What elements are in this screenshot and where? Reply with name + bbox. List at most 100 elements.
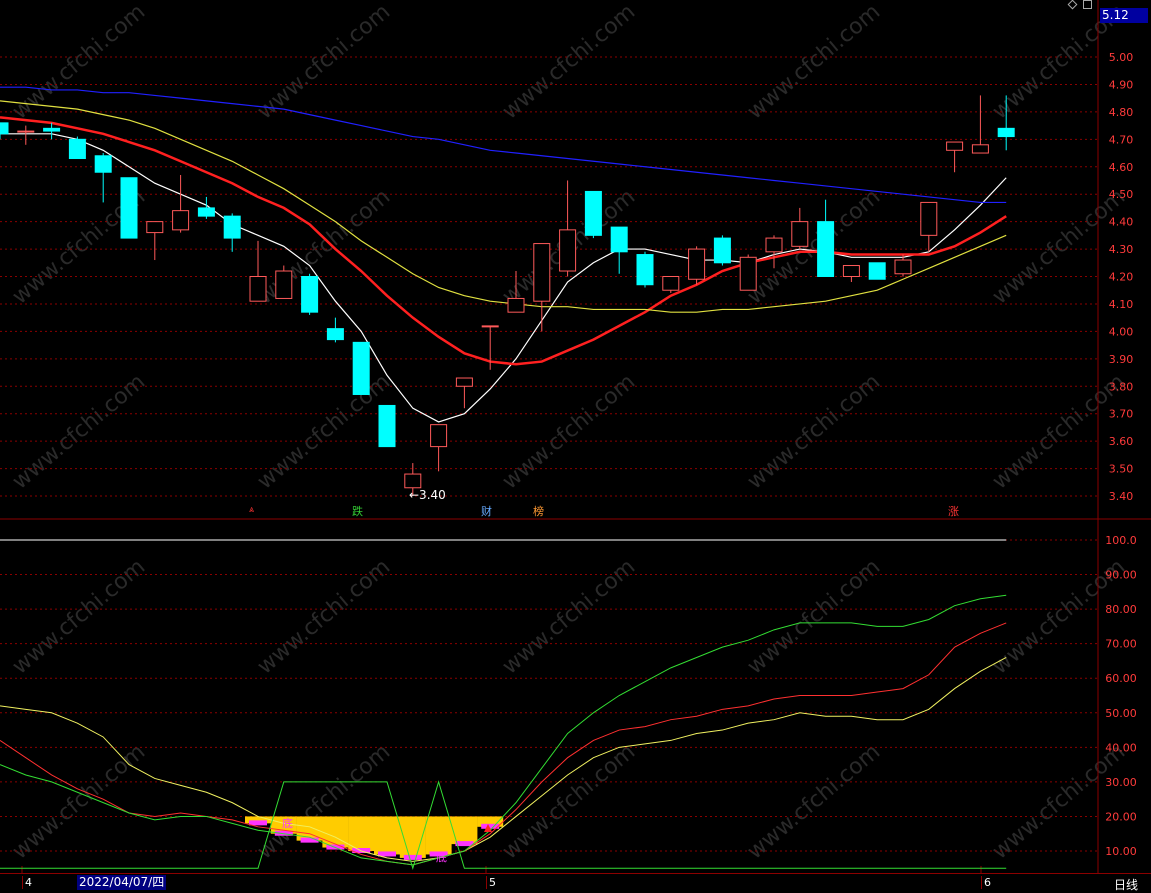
candle-body: [223, 215, 241, 239]
candle-body: [507, 297, 525, 313]
candle-body: [688, 248, 706, 280]
oscillator-tick-label: 20.00: [1105, 810, 1137, 823]
price-tick-label: 5.00: [1109, 51, 1134, 64]
price-tick-label: 3.80: [1109, 380, 1134, 393]
oscillator-tick-label: 30.00: [1105, 776, 1137, 789]
bottom-zone-bar: [451, 816, 478, 845]
candle-body: [481, 325, 499, 328]
candle-body: [326, 328, 344, 341]
candle-body: [765, 237, 783, 253]
watermark-text: www.cfchi.com: [8, 554, 150, 679]
watermark-text: www.cfchi.com: [253, 554, 395, 679]
watermark-text: www.cfchi.com: [498, 0, 640, 125]
candle-body: [713, 237, 731, 264]
candle-body: [301, 276, 319, 313]
month-mark-april: 4: [22, 876, 32, 889]
watermark-text: www.cfchi.com: [498, 369, 640, 494]
candle-body: [636, 254, 654, 286]
event-flag-finance[interactable]: 财: [481, 503, 492, 519]
price-tick-label: 4.60: [1109, 161, 1134, 174]
candle-body: [817, 221, 835, 277]
ma-line-ma5: [0, 133, 1007, 423]
limit-up-marker: ⩓: [249, 505, 255, 515]
candle-body: [197, 207, 215, 217]
current-price-box: 5.12: [1100, 8, 1148, 23]
candle-body: [610, 226, 628, 253]
low-price-label: ←3.40: [409, 488, 446, 502]
price-tick-label: 3.90: [1109, 353, 1134, 366]
oscillator-tick-label: 70.00: [1105, 638, 1137, 651]
watermark-text: www.cfchi.com: [743, 739, 885, 864]
candle-body: [249, 276, 267, 302]
event-flag-up[interactable]: 涨: [948, 503, 959, 519]
candle-body: [172, 210, 190, 231]
candle-body: [997, 127, 1015, 138]
price-tick-label: 3.70: [1109, 408, 1134, 421]
price-tick-label: 4.90: [1109, 78, 1134, 91]
watermark-text: www.cfchi.com: [498, 739, 640, 864]
price-tick-label: 3.60: [1109, 435, 1134, 448]
price-tick-label: 4.40: [1109, 216, 1134, 229]
candle-body: [43, 127, 61, 132]
candle-body: [868, 262, 886, 280]
candle-body: [0, 122, 9, 135]
watermark-text: www.cfchi.com: [743, 369, 885, 494]
kline-chart-canvas[interactable]: www.cfchi.com www.cfchi.com www.cfchi.com w…: [0, 0, 1151, 892]
candle-body: [533, 243, 551, 302]
watermark-text: www.cfchi.com: [498, 554, 640, 679]
bottom-zone-marker: [249, 820, 267, 826]
candle-body: [146, 221, 164, 234]
moving-average-lines: [0, 86, 1007, 423]
candle-body: [946, 141, 964, 151]
watermark-text: www.cfchi.com: [8, 369, 150, 494]
price-tick-label: 4.00: [1109, 325, 1134, 338]
candle-body: [378, 404, 396, 448]
ma-line-ma10: [0, 116, 1007, 366]
price-tick-label: 3.50: [1109, 463, 1134, 476]
candle-body: [971, 144, 989, 154]
oscillator-tick-label: 100.0: [1105, 534, 1137, 547]
candle-body: [920, 201, 938, 236]
watermark-text: www.cfchi.com: [8, 0, 150, 125]
price-tick-label: 4.70: [1109, 133, 1134, 146]
event-flag-ranking[interactable]: 榜: [533, 503, 544, 519]
oscillator-tick-label: 90.00: [1105, 569, 1137, 582]
candle-body: [739, 256, 757, 291]
oscillator-tick-label: 50.00: [1105, 707, 1137, 720]
bottom-zone-marker: [403, 854, 422, 860]
bottom-zone-marker: [378, 851, 396, 857]
price-tick-label: 4.10: [1109, 298, 1134, 311]
period-label[interactable]: 日线: [1114, 876, 1138, 893]
month-mark-june: 6: [981, 876, 991, 889]
candle-body: [404, 473, 422, 489]
price-tick-label: 3.40: [1109, 490, 1134, 503]
candle-body: [842, 265, 860, 277]
price-tick-label: 4.80: [1109, 106, 1134, 119]
price-axis: 5.00 4.90 4.80 4.70 4.60 4.50 4.40 4.30 4.20 4.10…: [1105, 51, 1137, 858]
square-outline-icon[interactable]: [1083, 0, 1092, 9]
candle-body: [662, 276, 680, 291]
candle-body: [275, 270, 293, 299]
watermark-text: www.cfchi.com: [8, 739, 150, 864]
watermark-text: www.cfchi.com: [743, 554, 885, 679]
footer-bar: [0, 873, 1151, 893]
month-mark-may: 5: [486, 876, 496, 889]
watermark-text: www.cfchi.com: [253, 0, 395, 125]
candle-body: [584, 190, 602, 236]
bottom-zone-bar: [374, 816, 400, 855]
candle-body: [559, 229, 577, 272]
candle-body: [68, 138, 86, 160]
candle-body: [791, 221, 809, 247]
candle-body: [455, 377, 473, 387]
event-flag-down[interactable]: 跌: [352, 503, 363, 519]
candle-body: [94, 155, 112, 173]
candle-body: [120, 177, 138, 239]
candle-body: [17, 130, 35, 133]
price-tick-label: 4.30: [1109, 243, 1134, 256]
date-cursor-box: 2022/04/07/四: [77, 875, 167, 890]
price-tick-label: 4.20: [1109, 271, 1134, 284]
candle-body: [352, 341, 370, 395]
oscillator-tick-label: 60.00: [1105, 672, 1137, 685]
candle-body: [430, 424, 448, 448]
oscillator-tick-label: 80.00: [1105, 603, 1137, 616]
